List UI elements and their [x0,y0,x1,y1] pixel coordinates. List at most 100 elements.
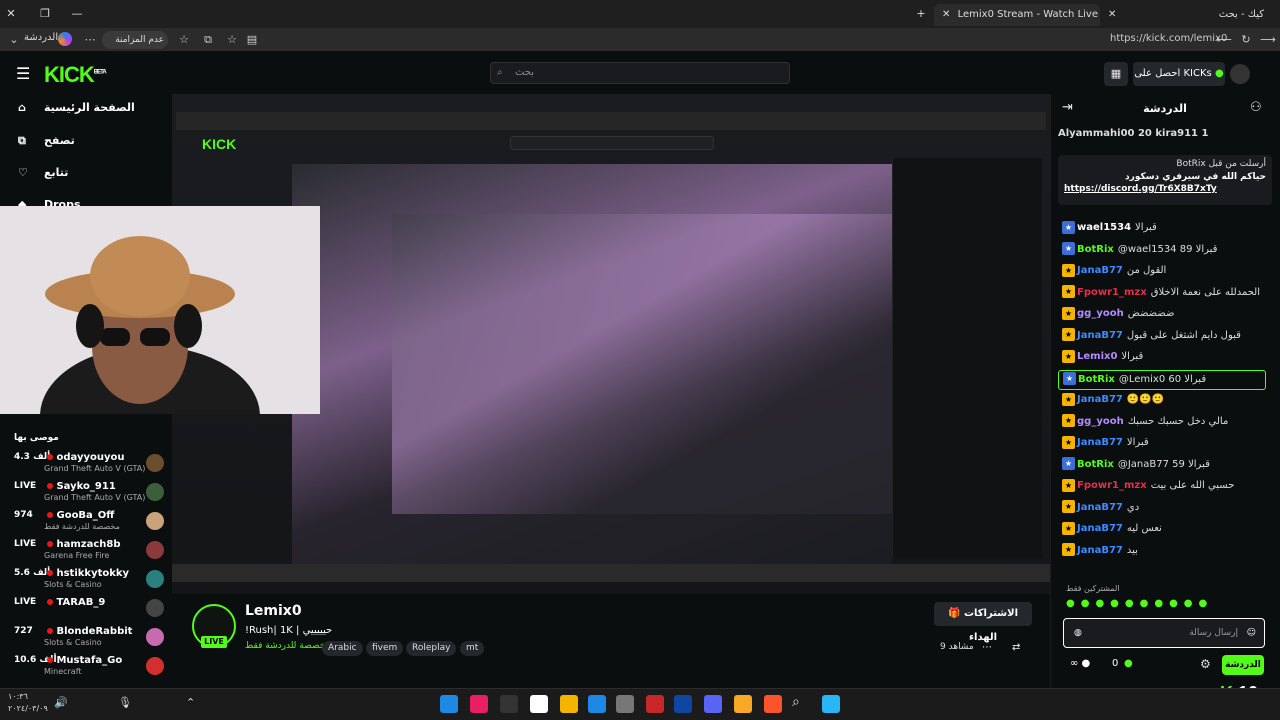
minimize-window-icon[interactable]: — [66,4,88,24]
discord-icon[interactable] [704,695,722,713]
chat-username[interactable]: JanaB77 [1077,545,1123,556]
epic-icon[interactable] [500,695,518,713]
gift-subs-button[interactable]: 🎁 الاشتراكات الهداء [934,602,1032,643]
forward-icon[interactable]: ⟶ [1258,30,1278,50]
chat-username[interactable]: JanaB77 [1077,394,1123,405]
pinned-link[interactable]: https://discord.gg/Tr6X8B7xTy [1064,184,1266,194]
chat-message[interactable]: ★ JanaB77 🙂🙂🙂 [1062,391,1274,411]
chat-message[interactable]: ★ BotRix @Lemix0 60 قبرالا [1058,369,1266,390]
chat-message[interactable]: ★ Lemix0 قبرالا [1062,348,1274,368]
chat-message[interactable]: ★ gg_yooh ضضضضض [1062,305,1274,325]
chat-message[interactable]: ★ BotRix @wael1534 89 قبرالا [1062,241,1274,261]
tag-fivem[interactable]: fivem [366,641,404,656]
recommended-channel[interactable]: LIVE TARAB_9 [14,597,164,625]
settings-icon[interactable]: ⚙ [1200,657,1211,671]
search-taskbar-icon[interactable]: ⌕ [792,694,800,710]
chat-message[interactable]: ★ JanaB77 القول من [1062,262,1274,282]
tab-close-icon-2[interactable]: ✕ [1100,4,1116,26]
volume-icon[interactable]: 🔊 [54,696,68,709]
more-options-icon[interactable]: ⋯ [982,642,992,653]
tray-chevron-icon[interactable]: ⌃ [186,696,195,709]
app-icon-7[interactable] [616,695,634,713]
user-avatar[interactable] [1230,64,1250,84]
chat-input[interactable]: إرسال رسالة ☺ ◍ [1063,618,1265,648]
app-icon-6[interactable] [588,695,606,713]
chat-username[interactable]: BotRix [1078,374,1115,385]
chat-message[interactable]: ★ JanaB77 قبول دايم اشتغل على قبول [1062,327,1274,347]
kick-logo[interactable]: KICKBETA [44,62,107,88]
tag-arabic[interactable]: Arabic [322,641,363,656]
tiktok-icon[interactable] [470,695,488,713]
chat-username[interactable]: gg_yooh [1077,308,1124,319]
share-icon[interactable]: ⇄ [1012,642,1020,653]
chat-username[interactable]: BotRix [1077,244,1114,255]
steam-icon[interactable] [674,695,692,713]
brave-icon[interactable] [764,695,782,713]
chat-username[interactable]: JanaB77 [1077,265,1123,276]
chat-message[interactable]: ★ JanaB77 نعس ليه [1062,520,1274,540]
recommended-channel[interactable]: 727 BlondeRabbit Slots & Casino [14,626,164,654]
refresh-icon[interactable]: ↻ [1236,30,1256,50]
chat-message[interactable]: ★ Fpowr1_mzx الحمدلله على نعمة الاخلاق [1062,284,1274,304]
chat-username[interactable]: gg_yooh [1077,416,1124,427]
chat-username[interactable]: JanaB77 [1077,437,1123,448]
profile-button[interactable]: عدم المزامنة [102,31,168,49]
app-icon-8[interactable] [646,695,664,713]
restore-window-icon[interactable]: ❐ [34,4,56,24]
chat-username[interactable]: JanaB77 [1077,523,1123,534]
more-icon[interactable]: ⋯ [80,30,100,50]
recommended-channel[interactable]: 974 GooBa_Off مخصصة للدردشة فقط [14,510,164,538]
chat-message[interactable]: ★ JanaB77 بيد [1062,542,1274,562]
users-icon[interactable]: ⚇ [1250,100,1262,115]
recommended-channel[interactable]: 5.6 ألف hstikkytokky Slots & Casino [14,568,164,596]
get-kicks-button[interactable]: احصل على KICKs ● [1133,62,1225,86]
tab-lemix0[interactable]: ✕ Lemix0 Stream - Watch Live on Kick [934,4,1100,26]
sidebar-toggle-label[interactable]: الدردشة [24,32,58,43]
send-chat-button[interactable]: الدردشة [1222,655,1264,675]
copilot-icon[interactable] [58,32,72,46]
chat-username[interactable]: Fpowr1_mzx [1077,480,1147,491]
nav-following[interactable]: ♡ تتابع [18,163,68,183]
chat-username[interactable]: JanaB77 [1077,330,1123,341]
chat-message[interactable]: ★ BotRix @JanaB77 59 قبرالا [1062,456,1274,476]
app-icon-5[interactable] [560,695,578,713]
stream-category[interactable]: مخصصة للدردشة فقط [245,641,330,651]
mic-icon[interactable]: 🎙 [118,696,132,709]
hamburger-menu-icon[interactable]: ☰ [16,64,30,83]
extensions-icon[interactable]: ⧉ [198,30,218,50]
chat-username[interactable]: BotRix [1077,459,1114,470]
chat-username[interactable]: JanaB77 [1077,502,1123,513]
recommended-channel[interactable]: 10.6 ألف Mustafa_GoMinecraft [14,655,164,683]
tag-roleplay[interactable]: Roleplay [406,641,457,656]
tab-kick-search[interactable]: كيك - بحث [1190,4,1272,26]
emote-row[interactable]: ●●●●●●●●●● [1066,598,1213,609]
star-icon[interactable]: ☆ [222,30,242,50]
chat-message[interactable]: ★ JanaB77 دي [1062,499,1274,519]
chat-message[interactable]: ★ JanaB77 قبرالا [1062,434,1274,454]
chat-username[interactable]: wael1534 [1077,222,1131,233]
chat-message[interactable]: ★ wael1534 قبرالا [1062,219,1274,239]
new-tab-icon[interactable]: + [910,4,932,24]
windows-start-icon[interactable] [822,695,840,713]
kicks-icon[interactable]: ∞ ● [1070,658,1090,669]
menu-dots-icon[interactable]: ⌄ [4,30,24,50]
chat-username[interactable]: Lemix0 [1077,351,1117,362]
back-icon[interactable]: ⟵ [1214,30,1234,50]
search-input[interactable]: ⌕ بحث [490,62,790,84]
chat-message[interactable]: ★ gg_yooh مالي دخل حسبك حسبك [1062,413,1274,433]
emoji-icon[interactable]: ☺ [1247,619,1256,647]
streamer-name[interactable]: Lemix0 [245,603,302,619]
nav-home[interactable]: ⌂ الصفحة الرئيسية [18,98,135,118]
app-icon-4[interactable] [530,695,548,713]
store-icon[interactable]: ▦ [1104,62,1128,86]
close-window-icon[interactable]: ✕ [0,4,22,24]
favorites-icon[interactable]: ☆ [174,30,194,50]
nav-browse[interactable]: ⧉ تصفح [18,131,75,151]
chat-message[interactable]: ★ Fpowr1_mzx حسبي الله على بيت [1062,477,1274,497]
tag-mt[interactable]: mt [460,641,485,656]
chat-username[interactable]: Fpowr1_mzx [1077,287,1147,298]
tab-close-icon[interactable]: ✕ [942,9,950,20]
recommended-channel[interactable]: 4.3 ألف odayyouyou Grand Theft Auto V (GT… [14,452,164,480]
folder-icon[interactable] [734,695,752,713]
recommended-channel[interactable]: LIVE hamzach8b Garena Free Fire [14,539,164,567]
